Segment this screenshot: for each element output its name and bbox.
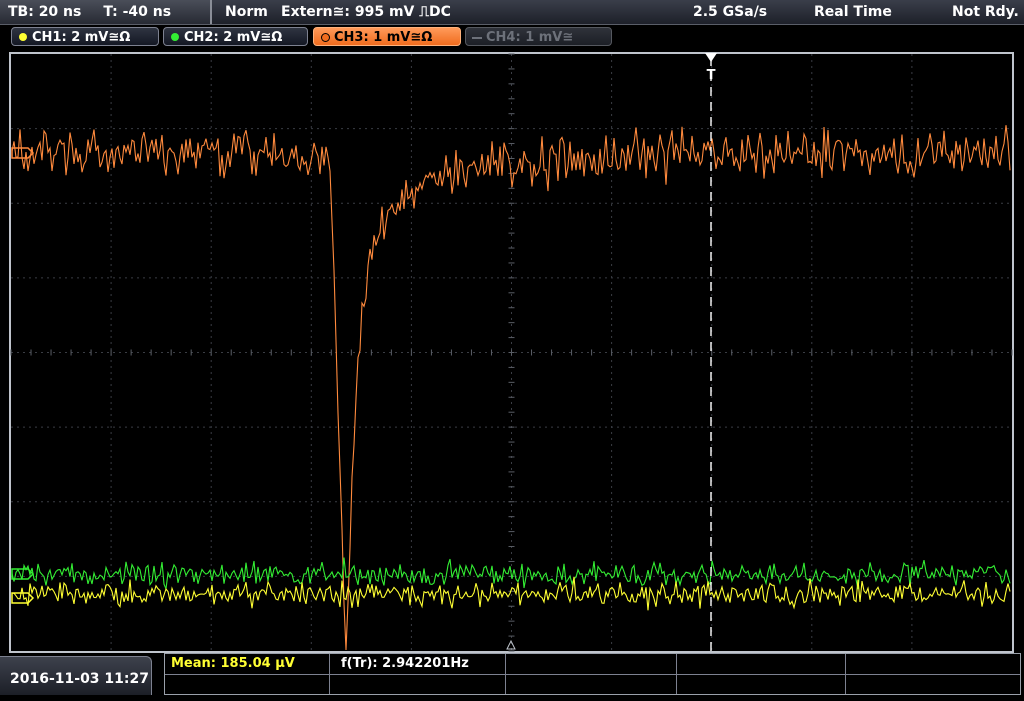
- timebase-readout[interactable]: TB: 20 ns: [8, 4, 81, 20]
- horizontal-settings[interactable]: TB: 20 ns T: -40 ns: [0, 0, 212, 24]
- trigger-source[interactable]: Extern≅: 995 mV ⎍DC: [281, 0, 451, 24]
- channel-tabs: CH1: 2 mV≅Ω CH2: 2 mV≅Ω CH3: 1 mV≅Ω CH4:…: [0, 25, 1024, 49]
- acquisition-mode[interactable]: Real Time: [814, 0, 892, 24]
- meas-cell: [846, 674, 1020, 694]
- meas-cell: [506, 654, 677, 674]
- ch3-indicator-icon: [321, 33, 330, 42]
- trigger-mode[interactable]: Norm: [225, 0, 268, 24]
- meas-cell: [506, 674, 677, 694]
- status-bar: TB: 20 ns T: -40 ns Norm Extern≅: 995 mV …: [0, 0, 1024, 25]
- channel-tab-ch1[interactable]: CH1: 2 mV≅Ω: [11, 27, 159, 46]
- channel-tab-label: CH3: 1 mV≅Ω: [334, 30, 433, 45]
- waveform-display[interactable]: T: [0, 49, 1024, 653]
- channel-tab-label: CH4: 1 mV≅: [486, 30, 574, 45]
- meas-cell: [677, 654, 846, 674]
- meas-cell: [846, 654, 1020, 674]
- measurement-trigger-frequency[interactable]: f(Tr): 2.942201Hz: [341, 654, 469, 674]
- ch1-indicator-icon: [19, 33, 27, 41]
- trigger-marker-label: T: [707, 68, 716, 83]
- channel-tab-label: CH1: 2 mV≅Ω: [32, 30, 131, 45]
- measurement-bar: 2016-11-03 11:27 Mean: 185.04 µV f(Tr): …: [0, 653, 1024, 695]
- date-time-display: 2016-11-03 11:27: [0, 656, 152, 695]
- trigger-offset-readout[interactable]: T: -40 ns: [103, 4, 171, 20]
- channel-tab-ch2[interactable]: CH2: 2 mV≅Ω: [163, 27, 308, 46]
- channel-tab-label: CH2: 2 mV≅Ω: [184, 30, 283, 45]
- sample-rate: 2.5 GSa/s: [693, 4, 768, 20]
- acquisition-status: Not Rdy.: [952, 4, 1019, 20]
- meas-cell: [677, 674, 846, 694]
- channel-tab-ch4[interactable]: CH4: 1 mV≅: [465, 27, 612, 46]
- channel-tab-ch3[interactable]: CH3: 1 mV≅Ω: [313, 27, 461, 46]
- meas-cell: [165, 674, 330, 694]
- ch2-indicator-icon: [171, 33, 179, 41]
- measurement-table: Mean: 185.04 µV f(Tr): 2.942201Hz: [164, 653, 1021, 695]
- meas-cell: [330, 674, 506, 694]
- ch4-off-icon: [472, 37, 482, 39]
- measurement-mean[interactable]: Mean: 185.04 µV: [171, 654, 295, 674]
- waveform-grid[interactable]: T: [0, 49, 1024, 653]
